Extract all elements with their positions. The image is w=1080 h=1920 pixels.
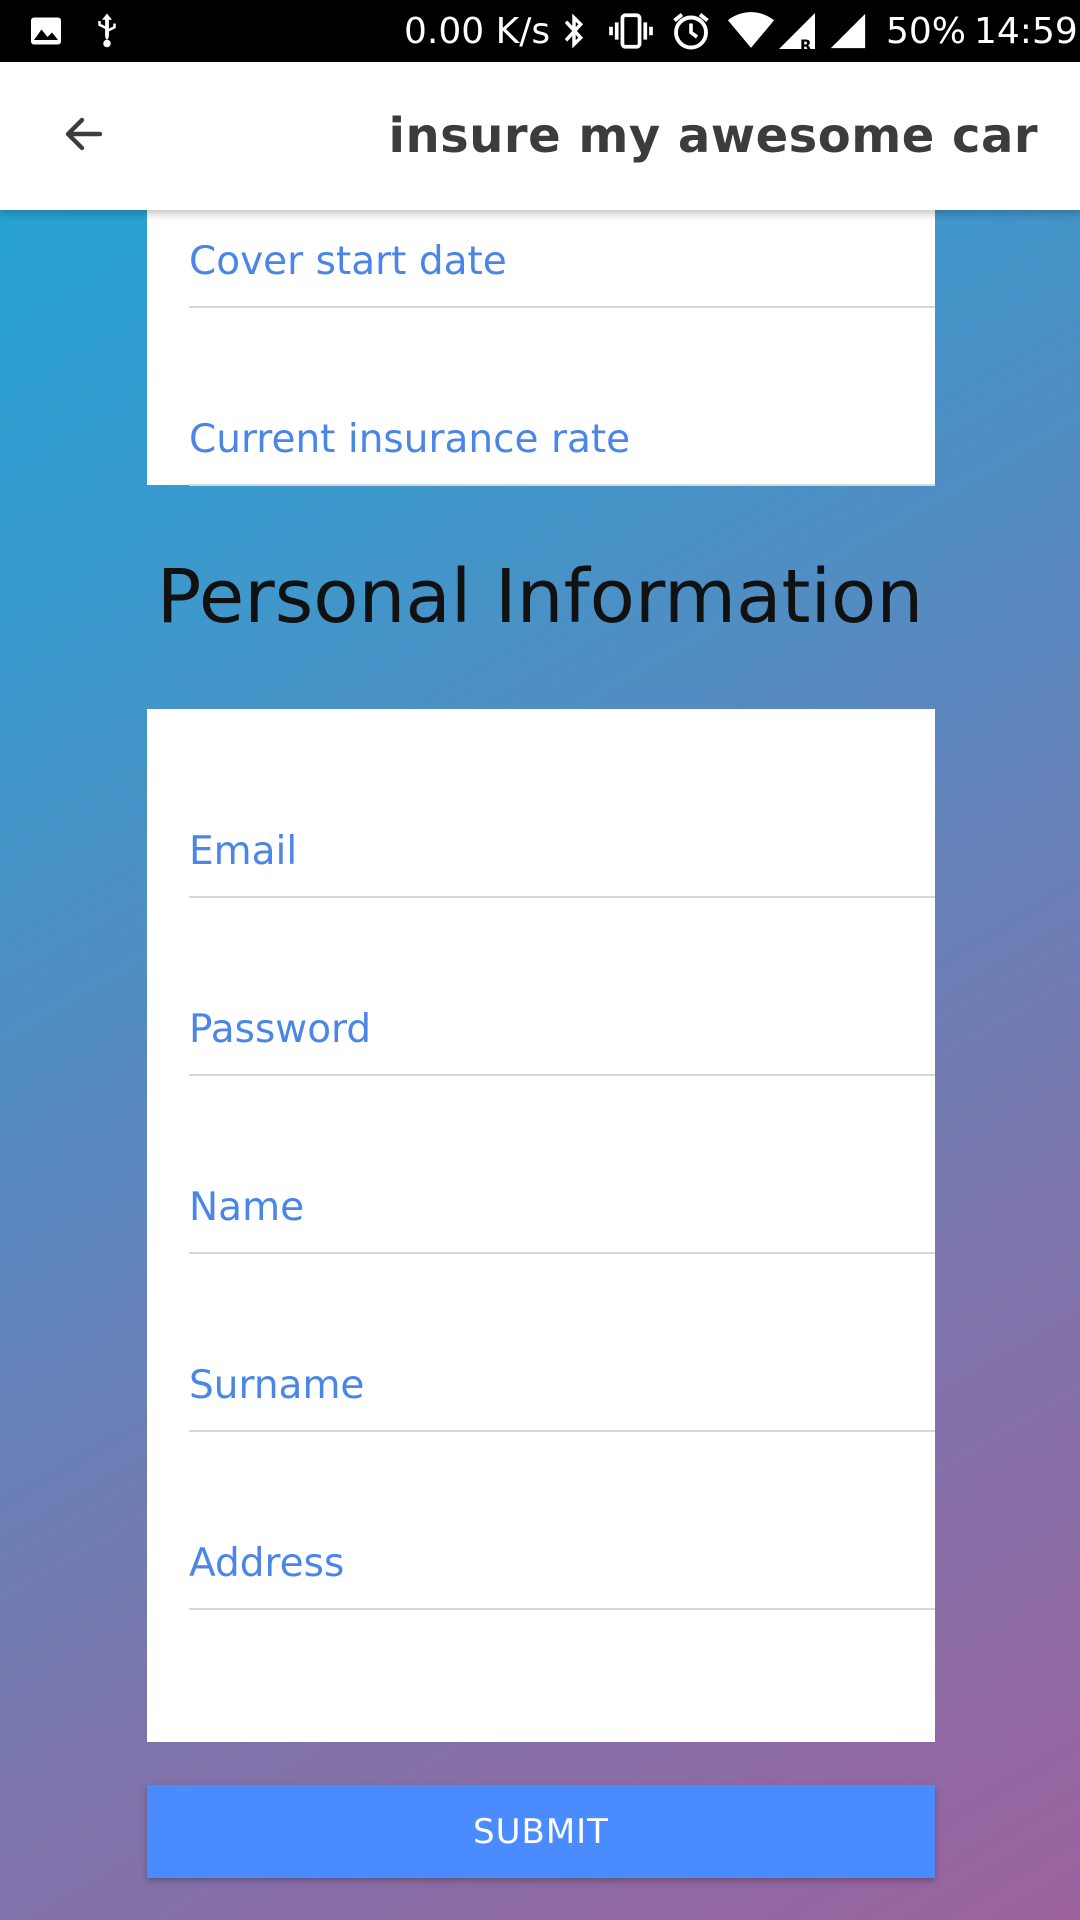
field-label: Surname bbox=[189, 1363, 365, 1408]
bluetooth-icon bbox=[560, 0, 588, 62]
svg-text:R: R bbox=[800, 37, 812, 53]
field-label: Password bbox=[189, 1007, 372, 1052]
name-field[interactable]: Name bbox=[189, 1156, 935, 1254]
address-field[interactable]: Address bbox=[189, 1512, 935, 1610]
field-label: Current insurance rate bbox=[189, 417, 631, 462]
back-button[interactable] bbox=[44, 100, 124, 172]
signal-icon bbox=[828, 0, 868, 62]
image-icon bbox=[28, 0, 64, 62]
alarm-icon bbox=[670, 0, 712, 62]
app-bar: insure my awesome car bbox=[0, 62, 1080, 210]
arrow-left-icon bbox=[60, 110, 108, 163]
submit-button[interactable]: SUBMIT bbox=[147, 1785, 935, 1878]
current-insurance-rate-field[interactable]: Current insurance rate bbox=[189, 388, 935, 486]
field-label: Cover start date bbox=[189, 239, 507, 284]
clock: 14:59 bbox=[974, 10, 1078, 52]
field-label: Name bbox=[189, 1185, 305, 1230]
wifi-icon bbox=[726, 0, 776, 62]
password-field[interactable]: Password bbox=[189, 978, 935, 1076]
cover-start-date-field[interactable]: Cover start date bbox=[189, 210, 935, 308]
network-speed: 0.00 K/s bbox=[404, 10, 551, 52]
signal-roaming-icon: R bbox=[776, 0, 818, 62]
email-field[interactable]: Email bbox=[189, 800, 935, 898]
status-bar: 0.00 K/s R 50% 14:59 bbox=[0, 0, 1080, 62]
surname-field[interactable]: Surname bbox=[189, 1334, 935, 1432]
app-title: insure my awesome car bbox=[388, 108, 1038, 164]
section-title: Personal Information bbox=[156, 554, 924, 640]
vibrate-icon bbox=[606, 0, 656, 62]
field-label: Email bbox=[189, 829, 298, 874]
field-label: Address bbox=[189, 1541, 345, 1586]
battery-percent: 50% bbox=[886, 10, 967, 52]
personal-information-card: Email Password Name Surname Address bbox=[147, 709, 935, 1742]
insurance-details-card: Cover start date Current insurance rate bbox=[147, 210, 935, 486]
usb-icon bbox=[92, 0, 122, 62]
